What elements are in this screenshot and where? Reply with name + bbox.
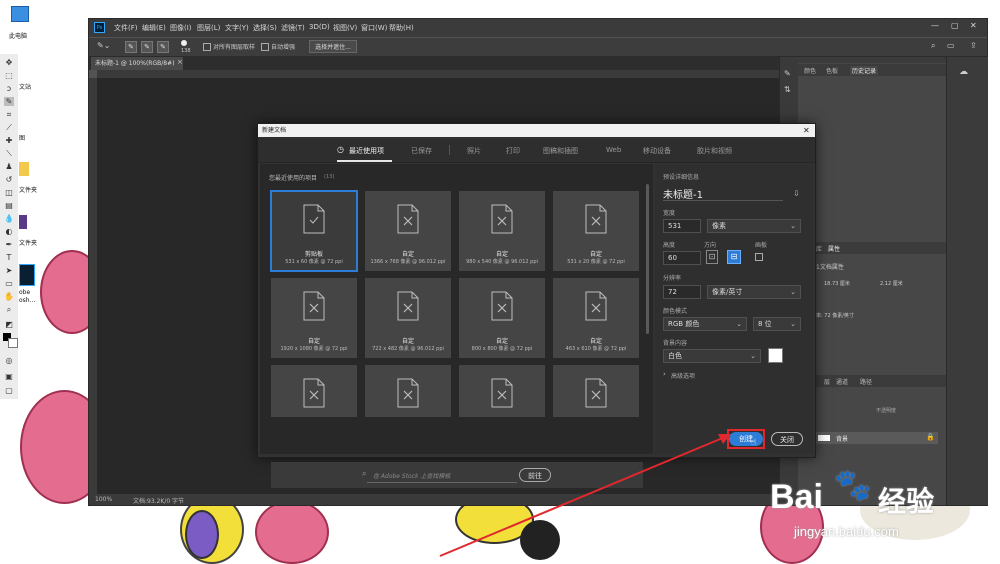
watermark-brand-cn: 经验 bbox=[878, 485, 935, 518]
watermark-url: jingyan.baidu.com bbox=[794, 524, 899, 539]
baidu-watermark: Bai 🐾 经验 jingyan.baidu.com bbox=[770, 468, 990, 553]
watermark-brand: Bai bbox=[770, 478, 823, 516]
paw-logo-icon: 🐾 bbox=[834, 468, 872, 503]
